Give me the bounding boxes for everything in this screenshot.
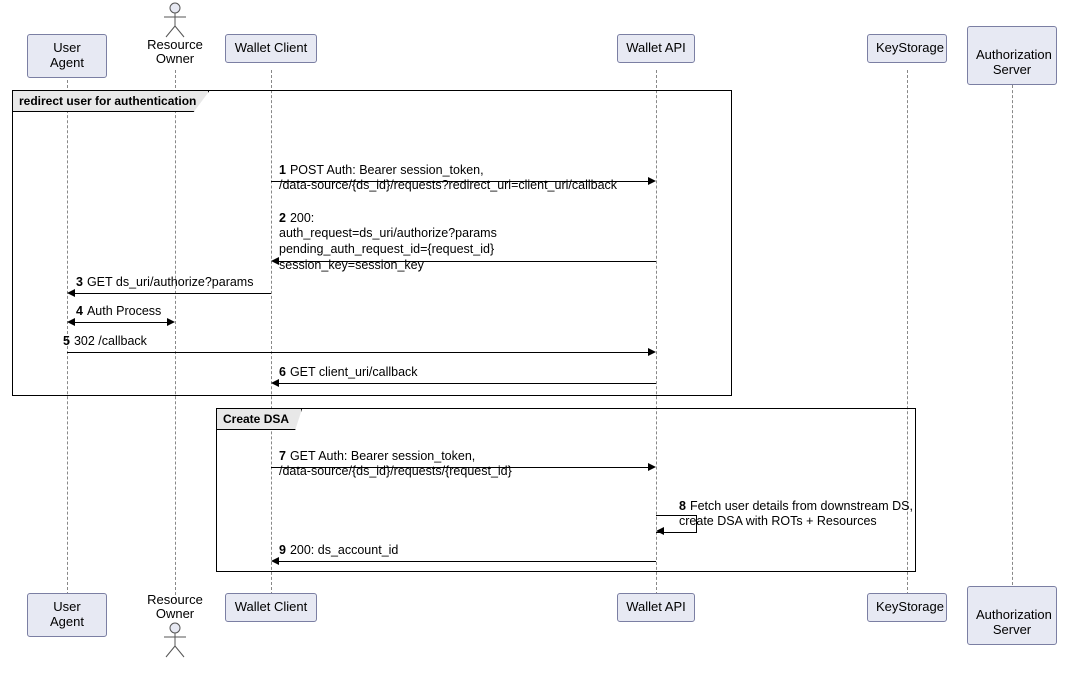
message-3: 3 GET ds_uri/authorize?params — [76, 275, 253, 291]
participant-auth-server-bottom: Authorization Server — [967, 586, 1057, 645]
participant-auth-server-top: Authorization Server — [967, 26, 1057, 85]
message-text: Fetch user details from downstream DS, c… — [679, 499, 913, 529]
participant-wallet-api-bottom: Wallet API — [617, 593, 695, 622]
participant-key-storage-bottom: KeyStorage — [867, 593, 947, 622]
participant-user-agent-bottom: User Agent — [27, 593, 107, 637]
message-7: 7GET Auth: Bearer session_token, /data-s… — [279, 433, 512, 480]
arrow-1 — [271, 181, 648, 182]
lifeline-auth-server — [1012, 70, 1013, 600]
actor-resource-owner-top: Resource Owner — [140, 2, 210, 67]
participant-label: Wallet API — [626, 599, 685, 614]
stick-figure-icon — [160, 2, 190, 38]
arrow-head — [271, 257, 279, 265]
arrow-head — [656, 527, 664, 535]
message-text: GET Auth: Bearer session_token, /data-so… — [279, 449, 512, 479]
participant-label: Wallet Client — [235, 599, 307, 614]
participant-label: User Agent — [50, 599, 84, 629]
message-text: GET client_uri/callback — [290, 365, 418, 379]
participant-key-storage-top: KeyStorage — [867, 34, 947, 63]
actor-label: Resource Owner — [140, 38, 210, 67]
message-number: 4 — [76, 304, 83, 318]
participant-label: KeyStorage — [876, 40, 944, 55]
sequence-diagram: { "participants": { "user_agent": "User … — [0, 0, 1069, 687]
message-number: 5 — [63, 334, 70, 348]
message-number: 1 — [279, 163, 286, 177]
message-number: 9 — [279, 543, 286, 557]
arrow-head — [67, 289, 75, 297]
stick-figure-icon — [160, 622, 190, 658]
participant-user-agent-top: User Agent — [27, 34, 107, 78]
message-text: 200: auth_request=ds_uri/authorize?param… — [279, 211, 497, 272]
arrow-4 — [75, 322, 167, 323]
participant-wallet-api-top: Wallet API — [617, 34, 695, 63]
arrow-9 — [279, 561, 656, 562]
message-number: 8 — [679, 499, 686, 513]
arrow-head — [648, 348, 656, 356]
message-9: 9 200: ds_account_id — [279, 543, 398, 559]
arrow-head — [271, 557, 279, 565]
message-8: 8Fetch user details from downstream DS, … — [679, 483, 913, 530]
message-text: POST Auth: Bearer session_token, /data-s… — [279, 163, 617, 193]
arrow-head — [67, 318, 75, 326]
message-text: GET ds_uri/authorize?params — [87, 275, 254, 289]
arrow-head — [167, 318, 175, 326]
message-number: 3 — [76, 275, 83, 289]
message-number: 2 — [279, 211, 286, 225]
message-number: 7 — [279, 449, 286, 463]
message-text: 302 /callback — [74, 334, 147, 348]
actor-resource-owner-bottom: Resource Owner — [140, 593, 210, 658]
arrow-3 — [75, 293, 271, 294]
participant-wallet-client-top: Wallet Client — [225, 34, 317, 63]
arrow-7 — [271, 467, 648, 468]
participant-label: Wallet Client — [235, 40, 307, 55]
message-5: 5 302 /callback — [63, 334, 147, 350]
group-label: Create DSA — [217, 409, 302, 430]
arrow-5 — [67, 352, 648, 353]
message-number: 6 — [279, 365, 286, 379]
arrow-2 — [279, 261, 656, 262]
participant-label: User Agent — [50, 40, 84, 70]
participant-label: Authorization Server — [976, 607, 1052, 637]
arrow-head — [648, 177, 656, 185]
participant-label: KeyStorage — [876, 599, 944, 614]
message-6: 6 GET client_uri/callback — [279, 365, 418, 381]
participant-label: Wallet API — [626, 40, 685, 55]
arrow-head — [271, 379, 279, 387]
message-1: 1POST Auth: Bearer session_token, /data-… — [279, 147, 617, 194]
message-4: 4 Auth Process — [76, 304, 161, 320]
participant-label: Authorization Server — [976, 47, 1052, 77]
group-label: redirect user for authentication — [13, 91, 209, 112]
actor-label: Resource Owner — [140, 593, 210, 622]
participant-wallet-client-bottom: Wallet Client — [225, 593, 317, 622]
message-text: 200: ds_account_id — [290, 543, 398, 557]
arrow-6 — [279, 383, 656, 384]
message-text: Auth Process — [87, 304, 161, 318]
arrow-head — [648, 463, 656, 471]
